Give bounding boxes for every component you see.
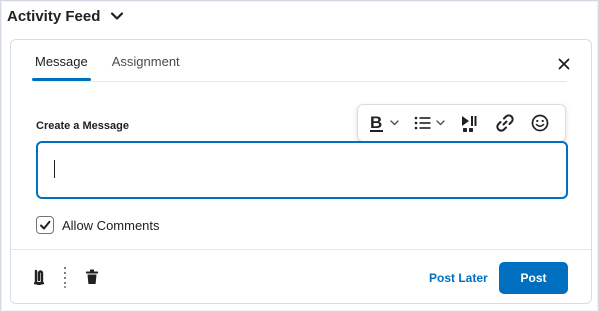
bold-button[interactable]: B [366,108,405,138]
svg-text:B: B [370,113,382,132]
bold-icon: B [369,113,399,132]
tab-list: Message Assignment [32,54,181,81]
compose-card: Message Assignment Create a Message B Al… [10,39,592,304]
activity-feed-widget: Activity Feed Message Assignment Create … [0,0,599,312]
emoji-icon [531,114,549,132]
allow-comments-option[interactable]: Allow Comments [36,216,160,234]
allow-comments-checkbox[interactable] [36,216,54,234]
text-caret [54,160,55,178]
footer-divider [11,249,591,250]
chevron-down-icon[interactable] [110,9,124,23]
activity-feed-header[interactable]: Activity Feed [7,5,124,27]
post-later-button[interactable]: Post Later [429,271,488,285]
tab-message[interactable]: Message [32,54,91,81]
paperclip-icon[interactable] [32,269,46,285]
tab-divider [34,81,567,82]
formatting-toolbar: B [357,104,566,142]
post-button[interactable]: Post [499,262,568,294]
link-icon [496,114,514,132]
media-icon [462,116,477,132]
message-input[interactable] [36,141,568,199]
emoji-button[interactable] [523,108,557,138]
insert-link-button[interactable] [488,108,522,138]
list-button[interactable] [411,108,452,138]
vertical-dots-icon[interactable] [63,266,67,288]
allow-comments-label: Allow Comments [62,217,160,233]
tab-assignment[interactable]: Assignment [111,54,181,81]
checkmark-icon [40,220,51,230]
insert-media-button[interactable] [454,108,486,138]
activity-feed-title: Activity Feed [7,7,101,25]
list-icon [414,116,445,130]
create-message-label: Create a Message [36,120,129,132]
close-icon[interactable] [556,56,572,72]
trash-icon[interactable] [85,269,99,285]
